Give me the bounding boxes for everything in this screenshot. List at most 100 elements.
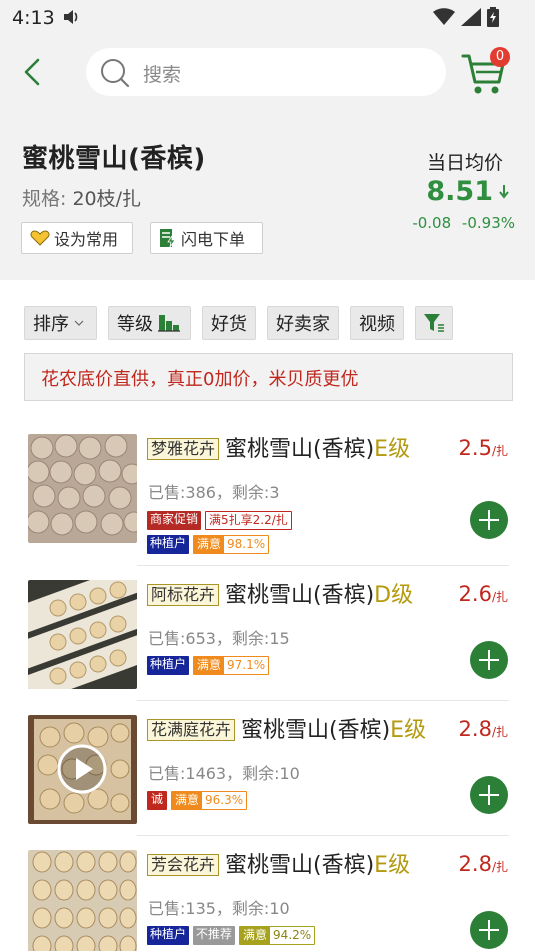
integrity-badge: 诚 bbox=[147, 791, 168, 810]
satisfaction-value: 94.2% bbox=[270, 927, 315, 944]
product-thumbnail[interactable] bbox=[28, 850, 137, 951]
spec-value: 20枝/扎 bbox=[72, 188, 142, 210]
grower-badge: 种植户 bbox=[147, 535, 190, 554]
seller-tag: 芳会花卉 bbox=[147, 854, 220, 876]
satisfaction-badge: 满意 94.2% bbox=[239, 926, 316, 945]
top-bar: 搜索 0 bbox=[0, 36, 535, 110]
chevron-down-icon bbox=[74, 320, 84, 326]
tag-row: 种植户 不推荐 满意 94.2% bbox=[147, 926, 316, 945]
price-value: 2.5 bbox=[458, 436, 492, 460]
item-price: 2.5/扎 bbox=[459, 436, 508, 460]
battery-icon bbox=[487, 7, 499, 31]
item-price: 2.6/扎 bbox=[459, 582, 508, 606]
product-name: 蜜桃雪山(香槟)E级 bbox=[225, 431, 410, 463]
chevron-left-icon bbox=[24, 58, 40, 86]
list-item[interactable]: 阿标花卉 蜜桃雪山(香槟)D级 2.6/扎 已售:653，剩余:15 种植户 满… bbox=[0, 570, 535, 705]
listing-panel: 排序 等级 好货 好卖家 视频 花农底价直供，真正0加价，米贝质更优 梦雅花卉 … bbox=[0, 280, 535, 951]
grade-bars-icon bbox=[158, 315, 180, 332]
grade-label: D级 bbox=[374, 583, 414, 608]
tag-row: 种植户 满意 97.1% bbox=[147, 656, 270, 675]
price-unit: /扎 bbox=[491, 444, 508, 458]
grade-filter[interactable]: 等级 bbox=[108, 306, 191, 340]
price-value: 2.6 bbox=[458, 582, 492, 606]
satisfaction-badge: 满意 97.1% bbox=[193, 656, 270, 675]
avg-change-amount: -0.08 bbox=[412, 214, 452, 232]
grade-filter-label: 等级 bbox=[117, 314, 153, 335]
product-thumbnail[interactable] bbox=[28, 434, 137, 543]
price-unit: /扎 bbox=[491, 860, 508, 874]
product-name-text: 蜜桃雪山(香槟) bbox=[241, 718, 391, 743]
good-seller-filter[interactable]: 好卖家 bbox=[267, 306, 339, 340]
volume-icon bbox=[62, 8, 80, 30]
grade-label: E级 bbox=[390, 718, 427, 743]
item-price: 2.8/扎 bbox=[459, 717, 508, 741]
status-time: 4:13 bbox=[12, 7, 55, 29]
avg-price-value: 8.51 bbox=[426, 176, 493, 207]
seller-tag: 梦雅花卉 bbox=[147, 438, 220, 460]
satisfaction-badge: 满意 96.3% bbox=[171, 791, 248, 810]
add-to-cart-button[interactable] bbox=[470, 776, 508, 814]
add-to-cart-button[interactable] bbox=[470, 911, 508, 949]
search-input[interactable]: 搜索 bbox=[86, 48, 446, 96]
sold-remaining: 已售:386，剩余:3 bbox=[148, 483, 280, 502]
good-goods-label: 好货 bbox=[211, 314, 247, 335]
satisfaction-badge: 满意 98.1% bbox=[193, 535, 270, 554]
product-thumbnail[interactable] bbox=[28, 580, 137, 689]
grower-badge: 种植户 bbox=[147, 656, 190, 675]
add-to-cart-button[interactable] bbox=[470, 501, 508, 539]
avg-price-change: -0.08 -0.93% bbox=[412, 214, 515, 232]
good-goods-filter[interactable]: 好货 bbox=[202, 306, 256, 340]
set-favorite-label: 设为常用 bbox=[54, 230, 119, 249]
satisfaction-value: 97.1% bbox=[224, 657, 269, 674]
search-placeholder: 搜索 bbox=[143, 64, 182, 86]
heart-icon bbox=[30, 230, 50, 246]
satisfaction-label: 满意 bbox=[172, 792, 203, 809]
tag-row: 商家促销 满5扎享2.2/扎 bbox=[147, 511, 292, 530]
product-name-text: 蜜桃雪山(香槟) bbox=[225, 583, 375, 608]
product-name-text: 蜜桃雪山(香槟) bbox=[225, 853, 375, 878]
price-value: 2.8 bbox=[458, 717, 492, 741]
advanced-filter-button[interactable] bbox=[415, 306, 453, 340]
product-name: 蜜桃雪山(香槟)D级 bbox=[225, 577, 413, 609]
wifi-icon bbox=[433, 8, 455, 30]
satisfaction-label: 满意 bbox=[240, 927, 271, 944]
item-price: 2.8/扎 bbox=[459, 852, 508, 876]
back-button[interactable] bbox=[18, 56, 50, 88]
list-item[interactable]: 梦雅花卉 蜜桃雪山(香槟)E级 2.5/扎 已售:386，剩余:3 商家促销 满… bbox=[0, 424, 535, 559]
video-filter[interactable]: 视频 bbox=[350, 306, 404, 340]
filter-bar: 排序 等级 好货 好卖家 视频 bbox=[24, 306, 453, 340]
list-item[interactable]: 芳会花卉 蜜桃雪山(香槟)E级 2.8/扎 已售:135，剩余:10 种植户 不… bbox=[0, 840, 535, 951]
seller-tag: 阿标花卉 bbox=[147, 584, 220, 606]
flash-order-button[interactable]: 闪电下单 bbox=[150, 222, 263, 254]
sort-dropdown[interactable]: 排序 bbox=[24, 306, 97, 340]
grade-label: E级 bbox=[374, 437, 411, 462]
tag-row: 种植户 满意 98.1% bbox=[147, 535, 270, 554]
deal-badge: 满5扎享2.2/扎 bbox=[205, 511, 292, 530]
status-bar: 4:13 bbox=[0, 0, 535, 36]
price-value: 2.8 bbox=[458, 852, 492, 876]
sold-remaining: 已售:135，剩余:10 bbox=[148, 899, 290, 918]
satisfaction-value: 96.3% bbox=[202, 792, 247, 809]
spec-label: 规格: bbox=[22, 188, 67, 210]
play-icon[interactable] bbox=[56, 743, 108, 795]
cart-badge: 0 bbox=[490, 47, 510, 67]
avg-change-percent: -0.93% bbox=[461, 214, 515, 232]
list-item[interactable]: 花满庭花卉 蜜桃雪山(香槟)E级 2.8/扎 已售:1463，剩余:10 诚 满… bbox=[0, 705, 535, 840]
satisfaction-value: 98.1% bbox=[224, 536, 269, 553]
flash-order-label: 闪电下单 bbox=[181, 230, 246, 249]
divider bbox=[137, 835, 509, 836]
sold-remaining: 已售:653，剩余:15 bbox=[148, 629, 290, 648]
promo-badge: 商家促销 bbox=[147, 511, 202, 530]
product-thumbnail[interactable] bbox=[28, 715, 137, 824]
promo-banner: 花农底价直供，真正0加价，米贝质更优 bbox=[24, 353, 513, 401]
product-title: 蜜桃雪山(香槟) bbox=[22, 144, 206, 174]
sort-label: 排序 bbox=[33, 314, 69, 335]
product-name-text: 蜜桃雪山(香槟) bbox=[225, 437, 375, 462]
search-icon bbox=[100, 58, 130, 92]
divider bbox=[137, 565, 509, 566]
grade-label: E级 bbox=[374, 853, 411, 878]
set-favorite-button[interactable]: 设为常用 bbox=[21, 222, 133, 254]
seller-tag: 花满庭花卉 bbox=[147, 719, 236, 741]
add-to-cart-button[interactable] bbox=[470, 641, 508, 679]
product-header: 蜜桃雪山(香槟) 规格: 20枝/扎 设为常用 闪电下单 当日均价 8.51 -… bbox=[0, 110, 535, 280]
